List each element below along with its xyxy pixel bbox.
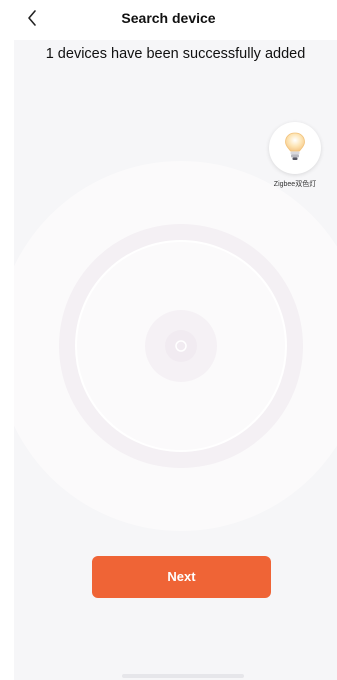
home-indicator — [122, 674, 244, 678]
next-button[interactable]: Next — [92, 556, 271, 598]
search-area: 1 devices have been successfully added Z… — [14, 40, 337, 680]
light-bulb-icon — [285, 132, 305, 160]
added-status-message: 1 devices have been successfully added — [45, 46, 306, 62]
device-name-label: Zigbee双色灯 — [273, 181, 317, 188]
found-device[interactable]: Zigbee双色灯 — [268, 122, 322, 189]
page-title: Search device — [121, 10, 216, 26]
device-icon-circle — [269, 122, 321, 174]
top-bar: Search device — [0, 0, 337, 40]
